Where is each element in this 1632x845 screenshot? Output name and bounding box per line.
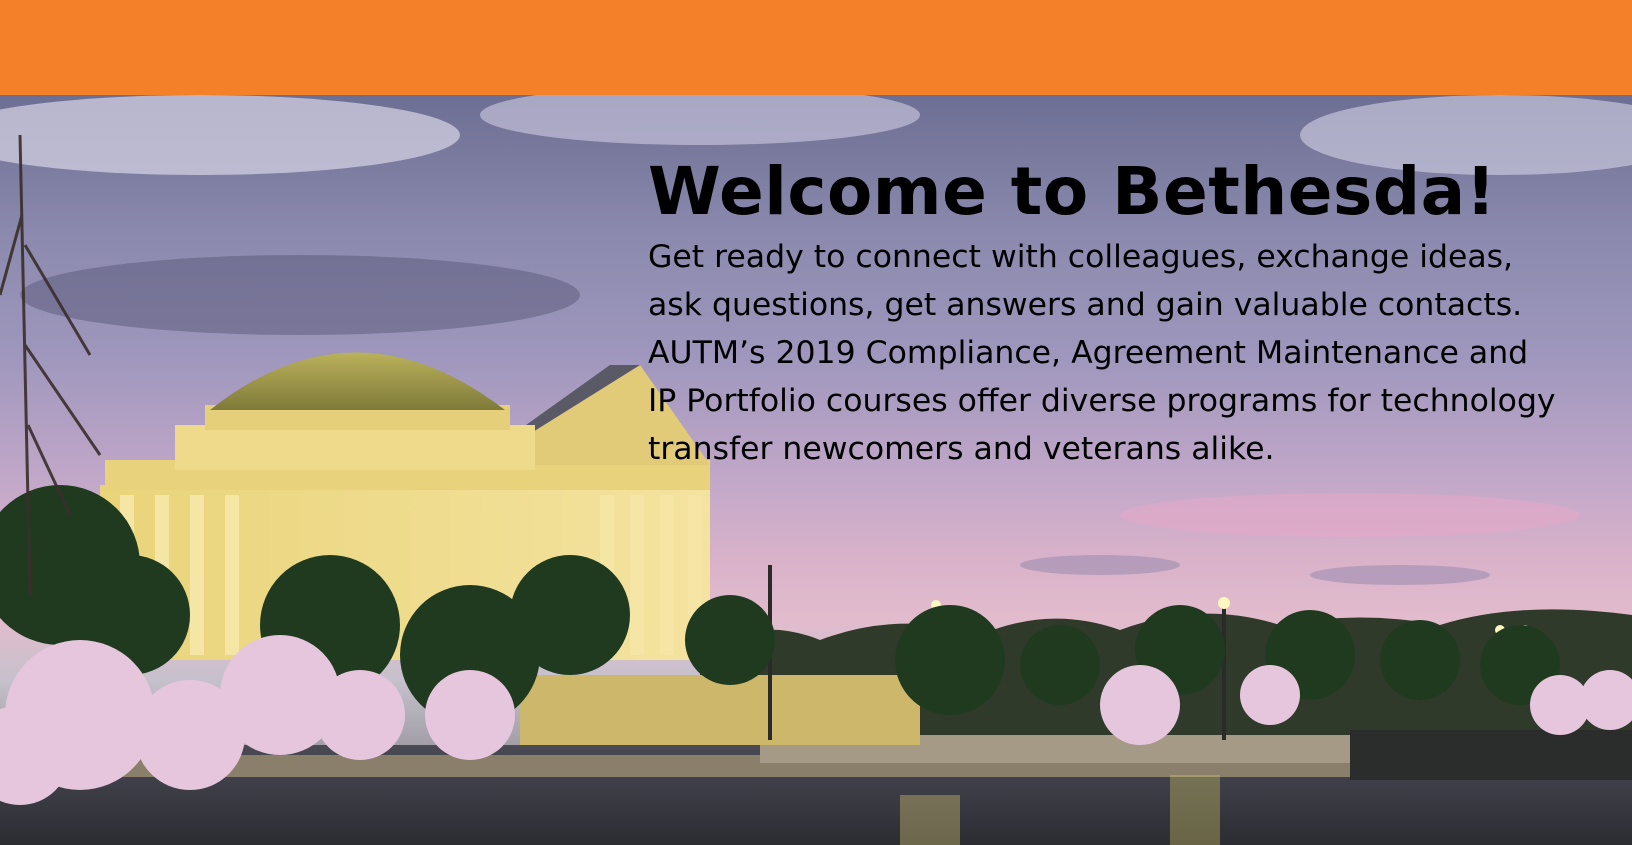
hero-description-line: Get ready to connect with colleagues, ex… — [648, 239, 1514, 275]
hero-text-block: Welcome to Bethesda! Get ready to connec… — [648, 153, 1598, 473]
hero-description-line: transfer newcomers and veterans alike. — [648, 431, 1275, 467]
hero-description: Get ready to connect with colleagues, ex… — [648, 233, 1598, 473]
hero-title: Welcome to Bethesda! — [648, 153, 1497, 230]
hero-banner: Welcome to Bethesda! Get ready to connec… — [0, 95, 1632, 845]
header-bar — [0, 0, 1632, 95]
hero-description-line: AUTM’s 2019 Compliance, Agreement Mainte… — [648, 335, 1529, 371]
hero-description-line: IP Portfolio courses offer diverse progr… — [648, 383, 1556, 419]
hero-description-line: ask questions, get answers and gain valu… — [648, 287, 1523, 323]
